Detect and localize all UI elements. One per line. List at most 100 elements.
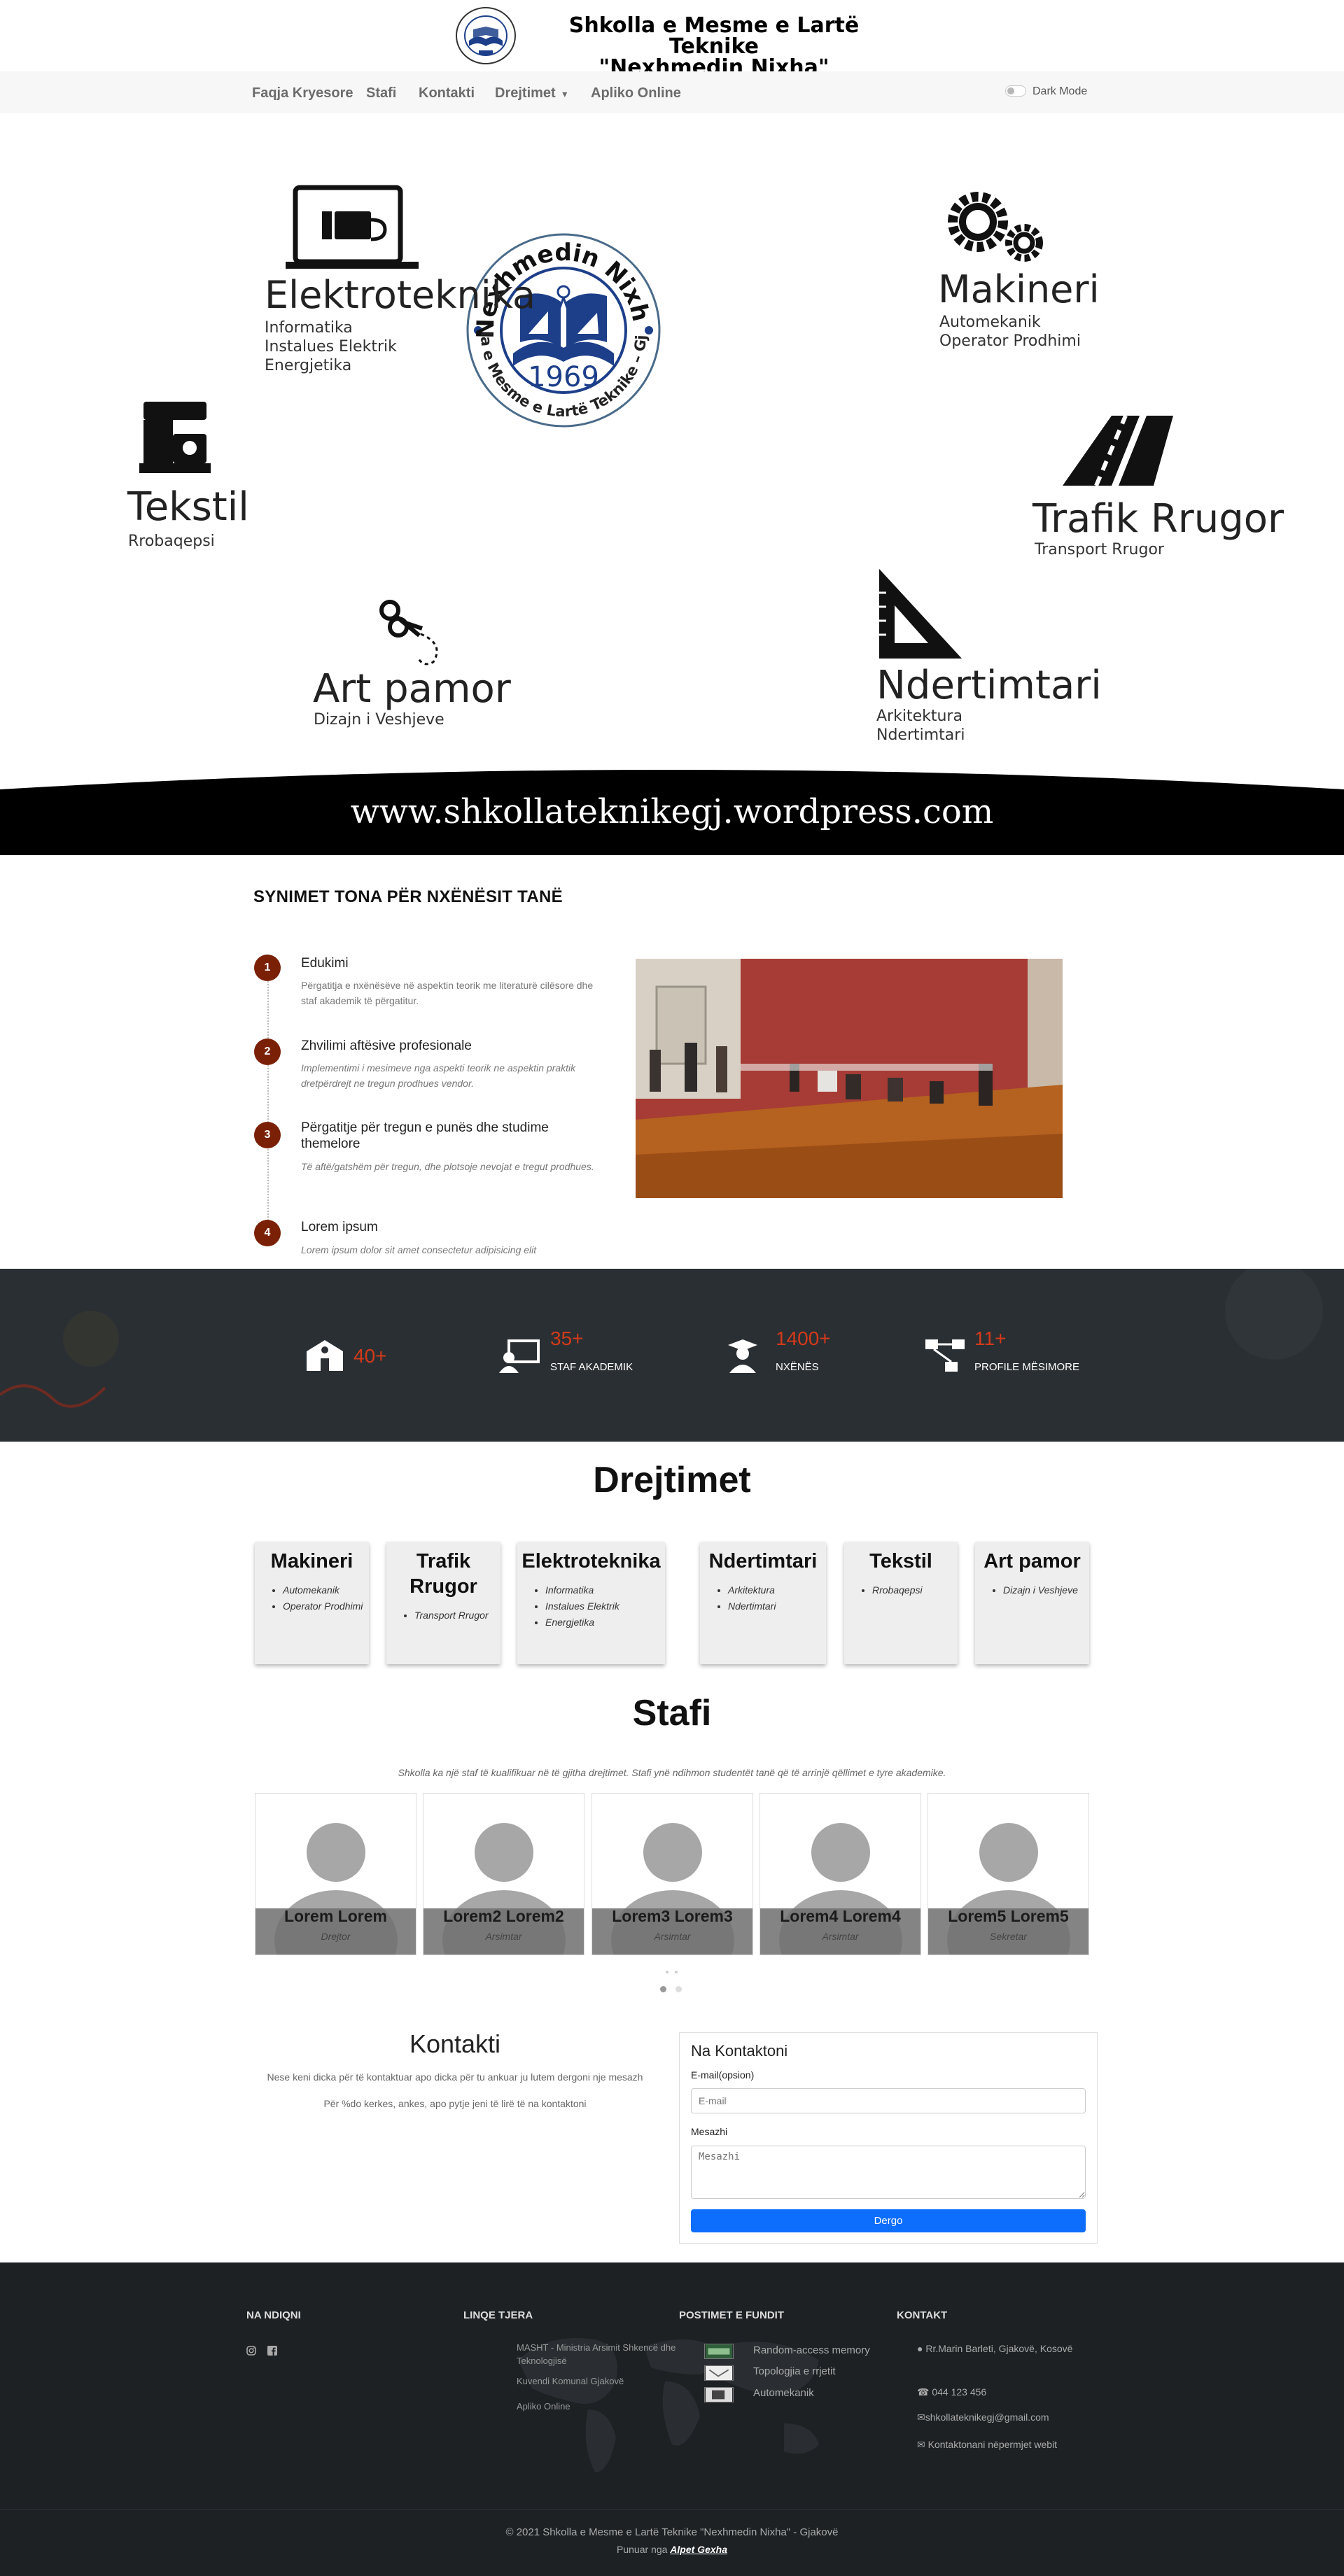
classroom-photo [636,959,1063,1198]
carousel-dot[interactable] [676,1986,682,1992]
footer-contact-heading: KONTAKT [897,2309,948,2321]
carousel-indicator[interactable] [675,1971,678,1973]
stat-label: PROFILE MËSIMORE [974,1361,1080,1373]
steps-timeline [267,970,269,1232]
hero-field-subtitle: Informatika Instalues Elektrik Energjetika [265,319,397,374]
nav-directions-dropdown[interactable]: Drejtimet ▾ [495,85,567,101]
footer-post-link[interactable]: Automekanik [753,2387,814,2399]
footer-link[interactable]: MASHT - Ministria Arsimit Shkencë dhe Te… [517,2341,685,2367]
hero-field-title: Elektroteknika [265,273,536,317]
nav-contact[interactable]: Kontakti [419,85,475,101]
footer-phone: ☎ 044 123 456 [917,2386,987,2398]
direction-card[interactable]: Elektroteknika InformatikaInstalues Elek… [517,1542,665,1664]
envelope-icon: ✉ [917,2439,928,2450]
staff-role: Sekretar [990,1931,1027,1942]
toggle-knob [1007,87,1014,94]
laptop-icon [286,185,419,269]
direction-card[interactable]: Ndertimtari ArkitekturaNdertimtari [700,1542,826,1664]
direction-card[interactable]: Makineri AutomekanikOperator Prodhimi [255,1542,369,1664]
send-button[interactable]: Dergo [691,2209,1086,2232]
contact-text: Nese keni dicka për të kontaktuar apo di… [267,2071,643,2083]
footer-follow-heading: NA NDIQNI [246,2309,301,2321]
hero-field-title: Art pamor [313,666,511,712]
staff-card[interactable]: Lorem4 Lorem4 Arsimtar [760,1793,921,1955]
teacher-icon [499,1339,540,1373]
school-emblem: "Nexhmedin Nixha" Shkolla e Mesme e Lart… [465,229,661,428]
school-logo-small[interactable] [454,6,518,66]
step-title: Edukimi [301,956,349,971]
staff-name: Lorem3 Lorem3 [612,1907,733,1925]
stat-label: STAF AKADEMIK [550,1361,634,1373]
footer-contact-link[interactable]: ✉ Kontaktonani nëpermjet webit [917,2437,1078,2452]
gears-icon [948,192,1043,262]
nav-apply-online[interactable]: Apliko Online [591,85,681,101]
staff-card[interactable]: Lorem2 Lorem2 Arsimtar [423,1793,584,1955]
chevron-down-icon: ▾ [562,88,568,99]
step-description: Përgatitja e nxënësëve në aspektin teori… [301,980,594,1006]
footer-divider [0,2509,1344,2510]
phone-icon: ☎ [917,2386,932,2398]
dark-mode-label: Dark Mode [1032,85,1088,97]
nav-directions-label: Drejtimet [495,85,556,101]
student-icon [728,1339,757,1373]
direction-card[interactable]: Tekstil Rrobaqepsi [844,1542,958,1664]
post-thumbnail[interactable] [704,2365,734,2381]
stat-number: 11+ [974,1328,1007,1349]
staff-card[interactable]: Lorem5 Lorem5 Sekretar [927,1793,1089,1955]
footer-post-link[interactable]: Random-access memory [753,2344,870,2356]
direction-list: ArkitekturaNdertimtari [728,1582,826,1614]
staff-role: Drejtor [321,1931,351,1942]
step-description: Implementimi i mesimeve nga aspekti teor… [301,1062,576,1089]
footer-credit: Punuar nga Alpet Gexha [0,2544,1344,2555]
nav-home[interactable]: Faqja Kryesore [252,85,354,101]
set-square-icon [879,569,962,659]
contact-text: Për %do kerkes, ankes, apo pytje jeni të… [323,2098,587,2109]
step-title: Zhvilimi aftësive profesionale [301,1039,472,1053]
stat-number: 1400+ [776,1328,831,1349]
instagram-icon[interactable] [246,2346,256,2356]
credit-author-link[interactable]: Alpet Gexha [670,2544,727,2555]
stat-number: 35+ [550,1328,584,1349]
nav-staff[interactable]: Stafi [366,85,396,101]
step-title: Lorem ipsum [301,1220,378,1234]
footer-links-heading: LINQE TJERA [463,2309,533,2321]
hero-field-title: Tekstil [127,484,249,530]
step-number: 2 [254,1039,281,1065]
staff-card[interactable]: Lorem3 Lorem3 Arsimtar [592,1793,753,1955]
email-field[interactable] [691,2088,1086,2113]
message-label: Mesazhi [691,2126,728,2137]
footer-email[interactable]: ✉shkollateknikegj@gmail.com [917,2409,1078,2425]
hero-field-title: Ndertimtari [876,663,1102,708]
carousel-indicator[interactable] [666,1971,668,1973]
staff-card[interactable]: Lorem Lorem Drejtor [255,1793,416,1955]
step-description: Lorem ipsum dolor sit amet consectetur a… [301,1244,537,1255]
facebook-icon[interactable] [267,2346,277,2356]
direction-list: Transport Rrugor [414,1607,500,1624]
hero-field-subtitle: Rrobaqepsi [128,533,215,550]
direction-card[interactable]: Art pamor Dizajn i Veshjeve [975,1542,1089,1664]
footer-copyright: © 2021 Shkolla e Mesme e Lartë Teknike "… [505,2526,839,2538]
message-field[interactable] [691,2146,1086,2199]
school-icon [307,1340,343,1371]
direction-list: Rrobaqepsi [872,1582,958,1598]
footer-posts-heading: POSTIMET E FUNDIT [679,2309,784,2321]
footer-post-link[interactable]: Topologjia e rrjetit [753,2365,836,2377]
direction-card[interactable]: Trafik Rrugor Transport Rrugor [386,1542,500,1664]
post-thumbnail[interactable] [704,2344,734,2359]
sitemap-icon [925,1339,965,1372]
carousel-dot-active[interactable] [660,1986,666,1992]
dark-mode-toggle[interactable] [1005,85,1026,97]
step-title: Përgatitje për tregun e punës dhe studim… [301,1120,549,1151]
step-number: 1 [254,955,281,981]
site-title: Shkolla e Mesme e Lartë Teknike "Nexhmed… [525,15,903,78]
footer-link[interactable]: Kuvendi Komunal Gjakovë [517,2374,685,2388]
hero-field-subtitle: Dizajn i Veshjeve [314,711,444,729]
hero-website-url[interactable]: www.shkollateknikegj.wordpress.com [0,792,1344,831]
staff-name: Lorem2 Lorem2 [443,1907,564,1925]
road-icon [1063,414,1173,487]
staff-name: Lorem5 Lorem5 [948,1907,1069,1925]
post-thumbnail[interactable] [704,2387,734,2402]
staff-name: Lorem4 Lorem4 [780,1907,901,1925]
direction-title: Elektroteknika [522,1550,661,1572]
footer-link[interactable]: Apliko Online [517,2400,685,2413]
